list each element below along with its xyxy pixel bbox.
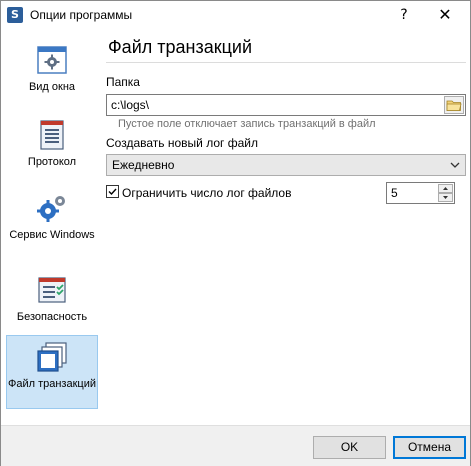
sidebar-item-protocol[interactable]: Протокол — [6, 116, 98, 176]
sidebar-item-label: Вид окна — [28, 81, 76, 93]
title-divider — [106, 62, 466, 63]
gears-icon — [37, 196, 65, 222]
stepper-buttons — [438, 184, 453, 202]
log-files-count-value: 5 — [391, 186, 398, 200]
sidebar-item-label: Протокол — [27, 156, 77, 168]
new-log-dropdown[interactable]: Ежедневно — [106, 154, 466, 176]
folder-hint: Пустое поле отключает запись транзакций … — [118, 118, 376, 130]
document-list-icon — [40, 120, 64, 150]
ok-button[interactable]: OK — [313, 436, 386, 459]
stacked-pages-icon — [37, 342, 67, 372]
limit-log-files-checkbox[interactable] — [106, 185, 119, 198]
caret-up-icon — [443, 187, 448, 190]
sidebar: Вид окна Протокол Сервис Windows Безопас… — [1, 31, 105, 425]
title-bar[interactable]: S Опции программы ? ✕ — [1, 1, 470, 31]
checklist-icon — [38, 277, 66, 303]
sidebar-item-label: Сервис Windows — [9, 229, 95, 241]
window-title: Опции программы — [30, 8, 133, 22]
folder-icon — [446, 100, 462, 111]
stepper-down-button[interactable] — [438, 193, 453, 202]
sidebar-item-transaction-file[interactable]: Файл транзакций — [6, 335, 98, 409]
limit-log-files-label: Ограничить число лог файлов — [122, 186, 292, 200]
folder-value: c:\logs\ — [111, 98, 150, 112]
sidebar-item-window-view[interactable]: Вид окна — [6, 41, 98, 101]
chevron-down-icon — [450, 162, 460, 168]
sidebar-item-label: Файл транзакций — [7, 378, 96, 390]
sidebar-item-label: Безопасность — [16, 311, 88, 323]
caret-down-icon — [443, 196, 448, 199]
stepper-up-button[interactable] — [438, 184, 453, 193]
browse-folder-button[interactable] — [444, 96, 464, 114]
checkmark-icon — [108, 188, 117, 196]
options-dialog: S Опции программы ? ✕ Вид окна Протокол … — [0, 0, 471, 466]
page-title: Файл транзакций — [108, 37, 253, 57]
log-files-count-stepper[interactable]: 5 — [386, 182, 455, 204]
folder-input[interactable]: c:\logs\ — [106, 94, 466, 116]
help-button[interactable]: ? — [387, 1, 421, 30]
dialog-footer: OK Отмена — [1, 425, 470, 466]
cancel-button[interactable]: Отмена — [393, 436, 466, 459]
sidebar-item-windows-service[interactable]: Сервис Windows — [6, 189, 98, 259]
new-log-value: Ежедневно — [112, 158, 175, 172]
app-icon: S — [7, 7, 23, 23]
folder-label: Папка — [106, 75, 140, 89]
new-log-label: Создавать новый лог файл — [106, 136, 258, 150]
close-button[interactable]: ✕ — [425, 1, 465, 30]
sidebar-item-security[interactable]: Безопасность — [6, 271, 98, 331]
gear-window-icon — [37, 46, 67, 74]
